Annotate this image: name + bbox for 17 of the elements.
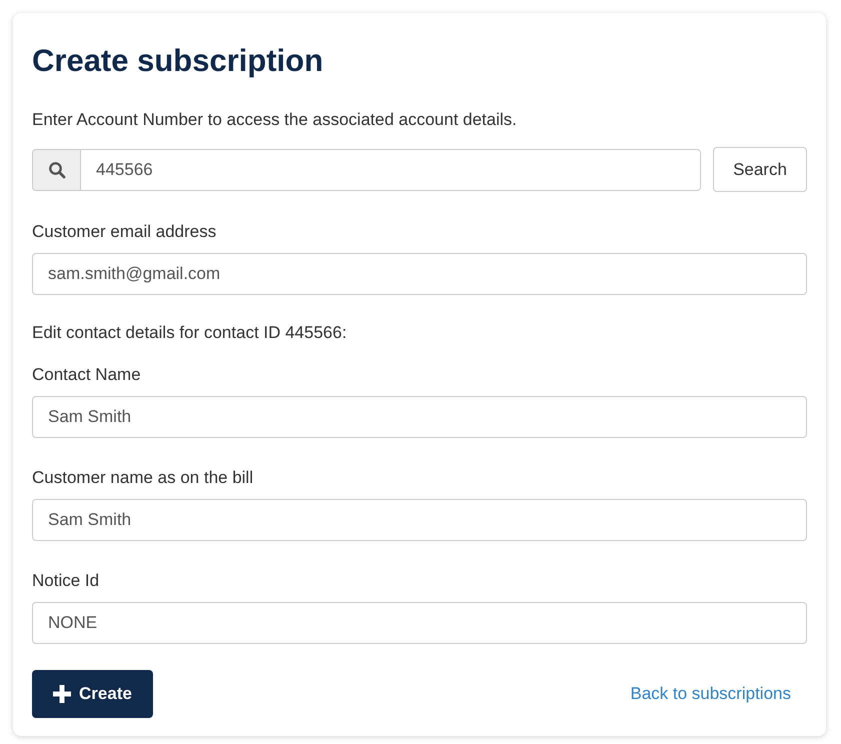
create-button[interactable]: Create [32, 670, 153, 718]
text-field[interactable]: Sam Smith [32, 499, 807, 541]
field-label: Customer name as on the bill [32, 467, 254, 489]
text-field[interactable]: NONE [32, 602, 807, 644]
search-field[interactable]: 445566 [80, 148, 701, 190]
plus-icon [53, 685, 72, 703]
section-note: Edit contact details for contact ID 445566: [32, 322, 348, 344]
back-link[interactable]: Back to subscriptions [630, 684, 791, 704]
field-label: Notice Id [32, 570, 100, 592]
search-icon [32, 148, 80, 190]
text-field[interactable]: sam.smith@gmail.com [32, 253, 807, 295]
field-label: Contact Name [32, 364, 142, 386]
text-field[interactable]: Sam Smith [32, 396, 807, 438]
page-title: Create subscription [32, 42, 324, 80]
field-label: Customer email address [32, 221, 218, 243]
search-button[interactable]: Search [713, 147, 807, 192]
intro-text: Enter Account Number to access the associated account details. [32, 109, 518, 131]
